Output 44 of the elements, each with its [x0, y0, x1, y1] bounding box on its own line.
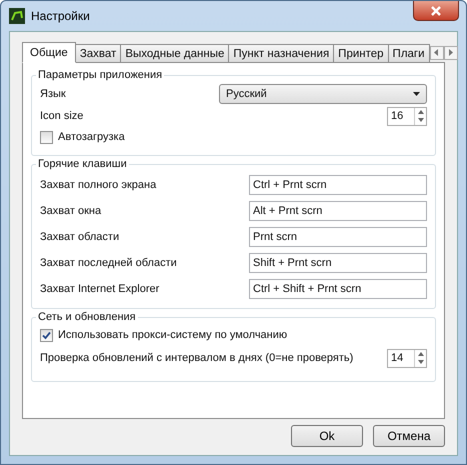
hotkey-field[interactable]: Ctrl + Shift + Prnt scrn	[249, 279, 427, 299]
proxy-label: Использовать прокси-систему по умолчанию	[58, 329, 288, 341]
left-arrow-icon	[434, 49, 440, 56]
tab[interactable]: Плаги	[388, 44, 430, 63]
close-button[interactable]	[413, 1, 459, 21]
hotkey-label: Захват окна	[40, 205, 102, 217]
hotkey-field[interactable]: Shift + Prnt scrn	[249, 253, 427, 273]
dialog-button[interactable]: Отмена	[373, 425, 445, 447]
tab[interactable]: Пункт назначения	[229, 44, 334, 63]
language-label: Язык	[40, 88, 66, 100]
dialog-button[interactable]: Ok	[291, 425, 363, 447]
spin-up-icon[interactable]	[418, 352, 424, 356]
hotkey-label: Захват Internet Explorer	[40, 283, 160, 295]
caret-icon	[413, 92, 420, 96]
proxy-checkbox[interactable]	[40, 328, 53, 342]
spin-down-icon[interactable]	[418, 118, 424, 122]
tab[interactable]: Общие	[22, 42, 76, 63]
close-icon	[430, 6, 442, 16]
hotkey-field[interactable]: Alt + Prnt scrn	[249, 201, 427, 221]
hotkey-label: Захват полного экрана	[40, 179, 156, 191]
right-arrow-icon	[448, 49, 454, 56]
tab[interactable]: Захват	[76, 44, 122, 63]
tab[interactable]: Принтер	[334, 44, 389, 63]
update-interval-label: Проверка обновлений с интервалом в днях (0=не проверять)	[40, 352, 354, 364]
window-title: Настройки	[31, 9, 90, 23]
group-title: Параметры приложения	[37, 69, 164, 81]
group-title: Сеть и обновления	[37, 311, 137, 323]
update-interval-spinner[interactable]: 14	[387, 348, 427, 368]
group-title: Горячие клавиши	[37, 158, 128, 170]
autostart-checkbox[interactable]	[40, 130, 53, 144]
icon-size-label: Icon size	[40, 110, 84, 122]
hotkey-label: Захват области	[40, 231, 120, 243]
scroll-right-button[interactable]	[444, 46, 458, 60]
spin-down-icon[interactable]	[418, 360, 424, 364]
tab[interactable]: Выходные данные	[121, 44, 230, 63]
language-dropdown[interactable]: Русский	[219, 84, 427, 104]
hotkey-field[interactable]: Prnt scrn	[249, 227, 427, 247]
hotkey-label: Захват последней области	[40, 257, 177, 269]
scroll-left-button[interactable]	[430, 46, 444, 60]
hotkey-field[interactable]: Ctrl + Prnt scrn	[249, 175, 427, 195]
icon-size-spinner[interactable]: 16	[387, 106, 427, 126]
autostart-label: Автозагрузка	[58, 131, 125, 143]
spin-up-icon[interactable]	[418, 110, 424, 114]
app-icon	[9, 8, 25, 24]
